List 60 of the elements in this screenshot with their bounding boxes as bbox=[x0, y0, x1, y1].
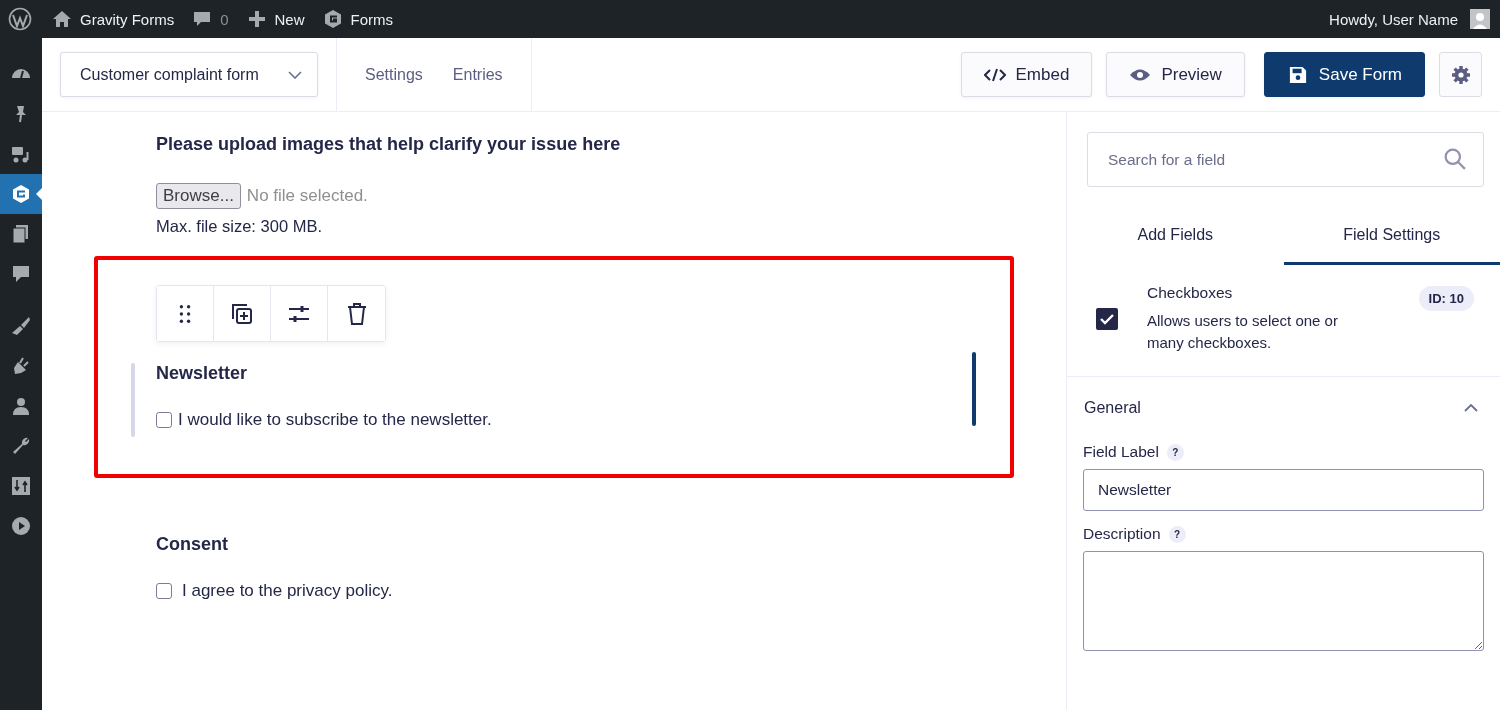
duplicate-icon[interactable] bbox=[214, 286, 271, 341]
setting-label: Field Label bbox=[1083, 443, 1159, 461]
checkbox[interactable] bbox=[156, 583, 172, 599]
header-link[interactable]: Entries bbox=[452, 65, 503, 84]
plug-icon bbox=[11, 356, 31, 376]
user-icon bbox=[11, 396, 31, 416]
field-label: Newsletter bbox=[156, 363, 249, 384]
wordpress-logo-icon[interactable] bbox=[8, 7, 32, 31]
comment-icon bbox=[192, 9, 213, 29]
field-label: Please upload images that help clarify your issue here bbox=[156, 134, 622, 155]
sliders-icon bbox=[11, 476, 31, 496]
field-type-name: Checkboxes bbox=[1147, 284, 1234, 302]
pages-icon bbox=[11, 224, 31, 244]
checkbox-field-icon bbox=[1096, 308, 1118, 330]
site-link[interactable]: Gravity Forms bbox=[52, 9, 175, 29]
section-toggle[interactable]: General bbox=[1067, 377, 1500, 417]
checkbox-label: I would like to subscribe to the newsletter. bbox=[178, 410, 492, 430]
drag-handle-icon[interactable] bbox=[157, 286, 214, 341]
comment-icon bbox=[11, 264, 31, 284]
settings-button[interactable] bbox=[1439, 52, 1482, 97]
chevron-down-icon bbox=[288, 70, 302, 79]
field-type-description: Allows users to select one or many checkboxes. bbox=[1147, 311, 1339, 353]
search-field[interactable]: Search for a field bbox=[1087, 132, 1484, 187]
paintbrush-icon bbox=[11, 316, 31, 336]
comments-link[interactable]: 0 bbox=[192, 9, 229, 29]
new-link[interactable]: New bbox=[246, 9, 305, 29]
description-textarea[interactable] bbox=[1083, 551, 1484, 651]
account-link[interactable]: Howdy, User Name bbox=[1329, 9, 1490, 29]
checkbox-label: I agree to the privacy policy. bbox=[182, 581, 393, 601]
current-pointer-icon bbox=[36, 188, 42, 200]
home-icon bbox=[52, 9, 72, 29]
plus-icon bbox=[246, 9, 267, 29]
browse-button[interactable]: Browse... bbox=[156, 183, 241, 209]
help-icon[interactable]: ? bbox=[1168, 525, 1186, 543]
settings-icon bbox=[1450, 64, 1471, 85]
delete-icon[interactable] bbox=[328, 286, 385, 341]
camera-music-icon bbox=[11, 144, 31, 164]
file-size-note: Max. file size: 300 MB. bbox=[156, 217, 323, 236]
play-icon bbox=[11, 516, 31, 536]
forms-link[interactable]: Forms bbox=[322, 9, 394, 29]
field-label: Consent bbox=[156, 534, 229, 555]
sliders-icon[interactable] bbox=[271, 286, 328, 341]
search-icon bbox=[1444, 148, 1466, 170]
wrench-icon bbox=[11, 436, 31, 456]
section-title: General bbox=[1084, 399, 1141, 417]
file-status: No file selected. bbox=[246, 186, 368, 206]
setting-label: Description bbox=[1083, 525, 1161, 543]
hexagon-logo-icon bbox=[322, 9, 343, 29]
embed-button[interactable]: Embed bbox=[960, 52, 1093, 97]
sidebar-item[interactable] bbox=[0, 174, 42, 214]
form-selector[interactable]: Customer complaint form bbox=[60, 52, 318, 97]
field-id-badge: ID: 10 bbox=[1418, 286, 1474, 311]
header-link[interactable]: Settings bbox=[365, 65, 423, 84]
preview-button[interactable]: Preview bbox=[1106, 52, 1245, 97]
help-icon[interactable]: ? bbox=[1166, 443, 1184, 461]
avatar-icon bbox=[1470, 9, 1490, 29]
checkbox[interactable] bbox=[156, 412, 172, 428]
field-label-input[interactable]: Newsletter bbox=[1083, 469, 1484, 511]
hexagon-logo-icon bbox=[11, 184, 31, 204]
save-form-button[interactable]: Save Form bbox=[1263, 52, 1425, 97]
